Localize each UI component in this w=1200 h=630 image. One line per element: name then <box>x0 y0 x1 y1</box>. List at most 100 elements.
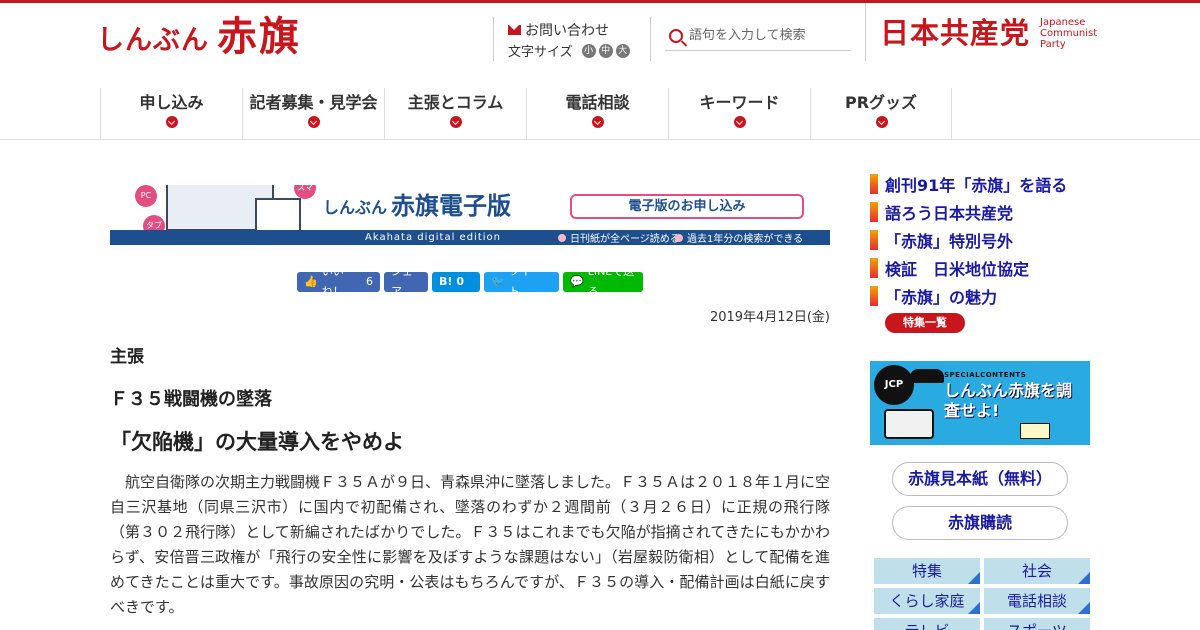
special-link[interactable]: 「赤旗」特別号外 <box>870 226 1090 254</box>
magazine-special-label: SPECIALCONTENTS <box>944 371 1027 379</box>
search-input[interactable] <box>689 28 839 43</box>
header-divider <box>650 17 651 61</box>
nav-item-pr-goods[interactable]: PRグッズ <box>810 88 952 140</box>
font-size-medium-button[interactable]: 中 <box>598 43 613 58</box>
special-link-label: 「赤旗」特別号外 <box>885 232 1014 251</box>
hatena-bookmark-button[interactable]: B! 0 <box>432 272 480 292</box>
category-link-society[interactable]: 社会 <box>984 558 1090 584</box>
jcp-magazine-badge: JCP <box>874 365 914 405</box>
banner-title-small: しんぶん <box>323 198 388 217</box>
bullet-bar-icon <box>870 286 878 306</box>
category-link-living[interactable]: くらし家庭 <box>874 588 980 614</box>
banner-footer: Akahata digital edition 日刊紙が全ページ読める 過去1年… <box>110 230 830 245</box>
specials-more-button[interactable]: 特集一覧 <box>885 313 965 333</box>
nav-item-label: 記者募集・見学会 <box>249 93 378 112</box>
article-subtitle: Ｆ３５戦闘機の墜落 <box>110 389 272 410</box>
subscribe-button[interactable]: 赤旗購読 <box>892 506 1068 540</box>
facebook-like-button[interactable]: 👍 いいね！ 6 <box>297 265 380 298</box>
like-label: いいね！ <box>321 265 344 298</box>
jcp-en-line: Communist <box>1040 27 1098 39</box>
line-share-button[interactable]: 💬 LINEで送る <box>563 265 643 298</box>
special-link[interactable]: 検証 日米地位協定 <box>870 254 1090 282</box>
twitter-bird-icon: 🐦 <box>491 275 505 288</box>
article-category: 主張 <box>110 347 144 367</box>
magazine-banner[interactable]: JCP SPECIALCONTENTS しんぶん赤旗を調査せよ! <box>870 361 1090 445</box>
line-label: LINEで送る <box>587 265 635 298</box>
nav-item-apply[interactable]: 申し込み <box>100 88 242 140</box>
nav-item-recruit[interactable]: 記者募集・見学会 <box>242 88 384 140</box>
font-size-control: 文字サイズ 小 中 大 <box>508 41 630 60</box>
nav-item-label: 主張とコラム <box>407 93 504 112</box>
font-size-label: 文字サイズ <box>508 45 573 60</box>
contact-link[interactable]: お問い合わせ <box>508 20 609 40</box>
chevron-down-icon <box>592 116 604 128</box>
detective-face-illustration <box>884 409 934 439</box>
site-logo[interactable]: しんぶん 赤旗 <box>97 13 301 61</box>
logo-big-text: 赤旗 <box>217 13 301 60</box>
hatena-count: 0 <box>456 275 465 288</box>
chevron-down-icon <box>308 116 320 128</box>
facebook-share-button[interactable]: シェア <box>384 265 428 298</box>
special-link-label: 語ろう日本共産党 <box>885 204 1014 223</box>
banner-edition: Akahata digital edition <box>365 232 501 243</box>
contact-label: お問い合わせ <box>525 23 609 39</box>
main-nav: 申し込み 記者募集・見学会 主張とコラム 電話相談 キーワード PRグッズ <box>100 88 952 140</box>
magazine-title: しんぶん赤旗を調査せよ! <box>944 381 1073 420</box>
bullet-icon <box>558 233 566 242</box>
bullet-bar-icon <box>870 258 878 278</box>
article-headline: 「欠陥機」の大量導入をやめよ <box>110 430 404 454</box>
search-icon[interactable] <box>669 28 683 43</box>
jcp-logo[interactable]: 日本共産党 Japanese Communist Party <box>880 13 1097 53</box>
sidebar-specials: 創刊91年「赤旗」を語る 語ろう日本共産党 「赤旗」特別号外 検証 日米地位協定… <box>870 170 1090 333</box>
hatena-label: B! <box>439 275 453 288</box>
line-icon: 💬 <box>570 275 584 288</box>
banner-title: しんぶん 赤旗電子版 <box>323 191 511 221</box>
special-link[interactable]: 創刊91年「赤旗」を語る <box>870 170 1090 198</box>
banner-feature-text: 日刊紙が全ページ読める <box>570 234 680 245</box>
digital-edition-banner[interactable]: PC タブレット スマホ しんぶん 赤旗電子版 電子版のお申し込み Akahat… <box>110 185 830 245</box>
nav-item-keyword[interactable]: キーワード <box>668 88 810 140</box>
chevron-down-icon <box>734 116 746 128</box>
special-link-label: 検証 日米地位協定 <box>885 260 1030 279</box>
nav-item-label: 申し込み <box>139 93 204 112</box>
like-count: 6 <box>366 275 373 288</box>
bullet-bar-icon <box>870 202 878 222</box>
banner-feature: 過去1年分の検索ができる <box>675 230 803 245</box>
jcp-name: 日本共産党 <box>880 16 1031 50</box>
category-grid: 特集 社会 くらし家庭 電話相談 テレビ スポーツ <box>874 558 1090 630</box>
ticket-illustration <box>1020 423 1050 439</box>
digital-apply-button[interactable]: 電子版のお申し込み <box>570 194 804 219</box>
bullet-bar-icon <box>870 174 878 194</box>
special-list: 創刊91年「赤旗」を語る 語ろう日本共産党 「赤旗」特別号外 検証 日米地位協定… <box>870 170 1090 310</box>
special-link-label: 「赤旗」の魅力 <box>885 288 998 307</box>
chevron-down-icon <box>166 116 178 128</box>
smartphone-bubble: スマホ <box>294 185 316 214</box>
detective-hat-illustration <box>910 369 944 383</box>
nav-item-editorials[interactable]: 主張とコラム <box>384 88 526 140</box>
category-link-sports[interactable]: スポーツ <box>984 618 1090 630</box>
social-buttons: 👍 いいね！ 6 シェア B! 0 🐦 ツイート 💬 LINEで送る <box>297 265 643 298</box>
nav-item-label: PRグッズ <box>844 93 918 112</box>
logo-small-text: しんぶん <box>97 25 209 56</box>
nav-item-phone-consult[interactable]: 電話相談 <box>526 88 668 140</box>
pc-bubble: PC <box>135 185 157 207</box>
thumbs-up-icon: 👍 <box>304 275 318 288</box>
header-divider <box>493 17 494 61</box>
bullet-icon <box>675 233 683 242</box>
chevron-down-icon <box>876 116 888 128</box>
category-link-features[interactable]: 特集 <box>874 558 980 584</box>
tweet-button[interactable]: 🐦 ツイート <box>484 265 559 298</box>
article-date: 2019年4月12日(金) <box>709 310 830 325</box>
special-link[interactable]: 「赤旗」の魅力 <box>870 282 1090 310</box>
category-link-phone[interactable]: 電話相談 <box>984 588 1090 614</box>
sample-paper-button[interactable]: 赤旗見本紙（無料） <box>892 462 1068 496</box>
category-link-tv[interactable]: テレビ <box>874 618 980 630</box>
font-size-large-button[interactable]: 大 <box>615 43 630 58</box>
jcp-en-line: Japanese <box>1040 16 1086 28</box>
tweet-label: ツイート <box>508 265 542 298</box>
jcp-en-line: Party <box>1040 38 1066 50</box>
font-size-small-button[interactable]: 小 <box>581 43 596 58</box>
nav-item-label: 電話相談 <box>565 93 630 112</box>
special-link[interactable]: 語ろう日本共産党 <box>870 198 1090 226</box>
banner-feature: 日刊紙が全ページ読める <box>558 230 680 245</box>
